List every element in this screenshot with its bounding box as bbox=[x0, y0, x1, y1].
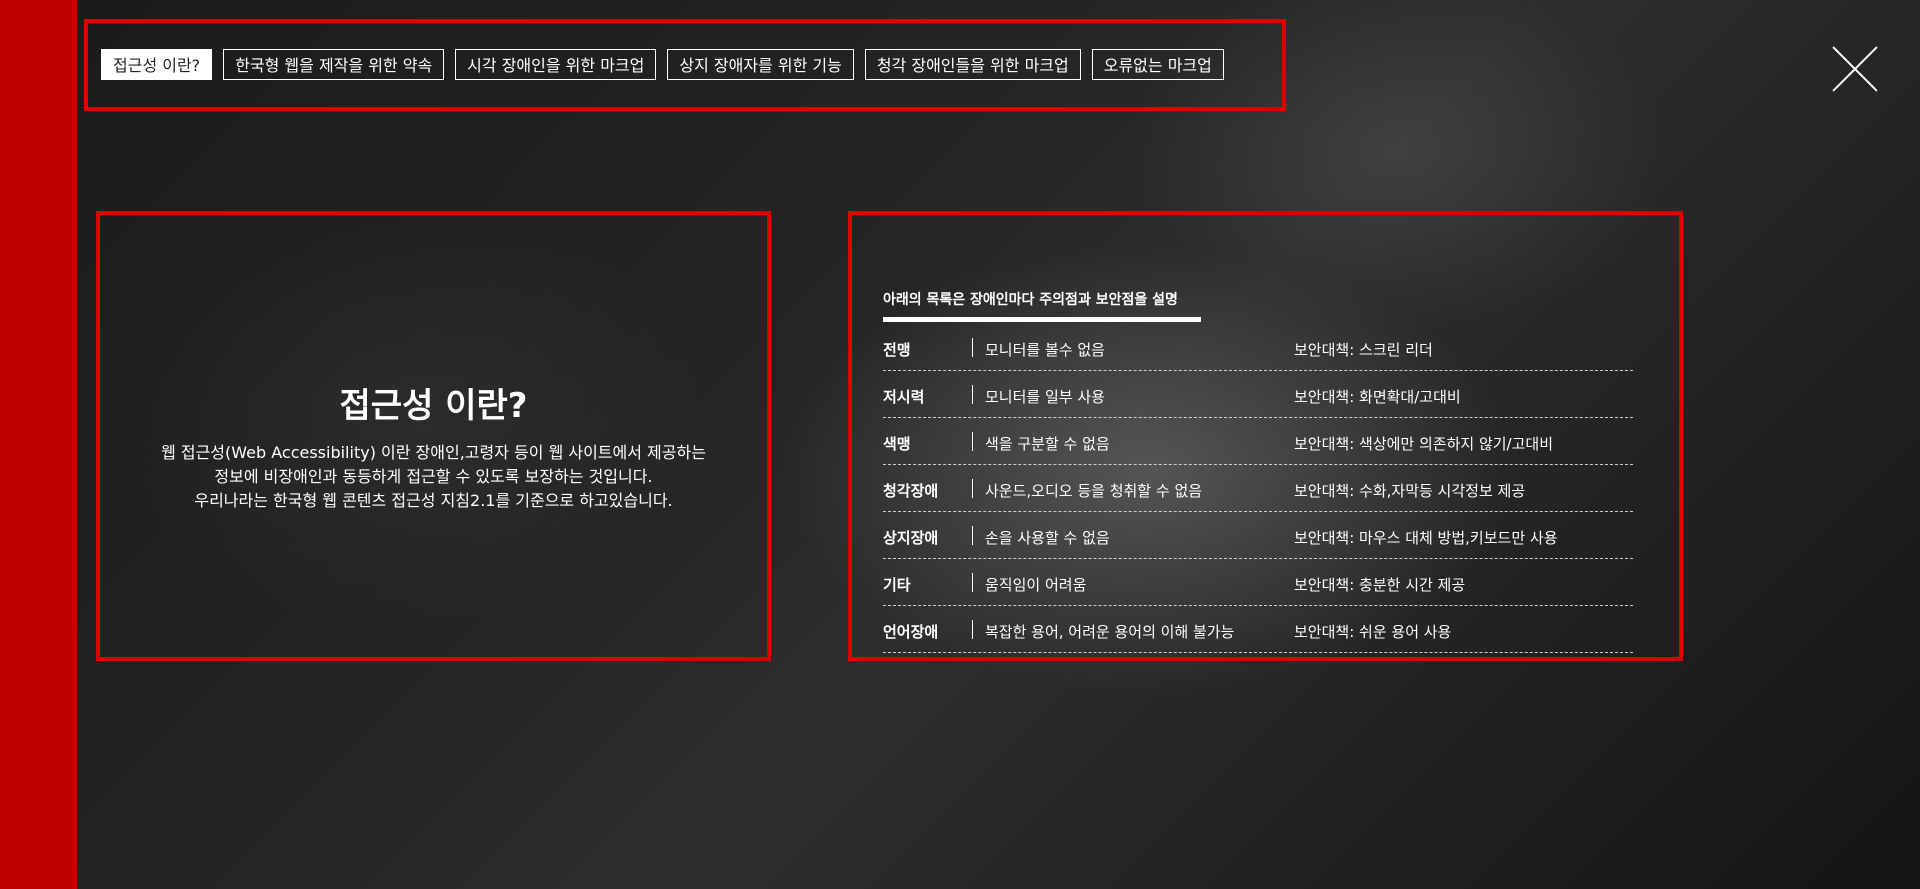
disability-problem: 색을 구분할 수 없음 bbox=[985, 435, 1110, 453]
disability-problem: 모니터를 볼수 없음 bbox=[985, 341, 1105, 359]
list-heading: 아래의 목록은 장애인마다 주의점과 보안점을 설명 bbox=[883, 289, 1201, 322]
disability-list: 전맹 모니터를 볼수 없음 보안대책: 스크린 리더 저시력 모니터를 일부 사… bbox=[883, 324, 1633, 653]
divider bbox=[972, 338, 973, 357]
divider bbox=[972, 385, 973, 404]
intro-desc-line: 정보에 비장애인과 동등하게 접근할 수 있도록 보장하는 것입니다. bbox=[214, 467, 653, 486]
disability-problem: 복잡한 용어, 어려운 용어의 이해 불가능 bbox=[985, 623, 1235, 641]
disability-problem: 움직임이 어려움 bbox=[985, 576, 1087, 594]
intro-desc-line: 웹 접근성(Web Accessibility) 이란 장애인,고령자 등이 웹… bbox=[161, 443, 706, 462]
list-item: 기타 움직임이 어려움 보안대책: 충분한 시간 제공 bbox=[883, 559, 1633, 606]
divider bbox=[972, 432, 973, 451]
disability-solution: 보안대책: 쉬운 용어 사용 bbox=[1294, 623, 1452, 641]
disability-name: 청각장애 bbox=[883, 482, 939, 500]
tab-hearing-impaired-markup[interactable]: 청각 장애인들을 위한 마크업 bbox=[864, 49, 1081, 80]
disability-name: 기타 bbox=[883, 576, 911, 594]
list-item: 전맹 모니터를 볼수 없음 보안대책: 스크린 리더 bbox=[883, 324, 1633, 371]
disability-name: 색맹 bbox=[883, 435, 911, 453]
tab-error-free-markup[interactable]: 오류없는 마크업 bbox=[1091, 49, 1224, 80]
disability-name: 상지장애 bbox=[883, 529, 939, 547]
disability-name: 저시력 bbox=[883, 388, 925, 406]
tab-korean-web-promise[interactable]: 한국형 웹을 제작을 위한 약속 bbox=[223, 49, 445, 80]
list-item: 색맹 색을 구분할 수 없음 보안대책: 색상에만 의존하지 않기/고대비 bbox=[883, 418, 1633, 465]
list-item: 저시력 모니터를 일부 사용 보안대책: 화면확대/고대비 bbox=[883, 371, 1633, 418]
disability-name: 전맹 bbox=[883, 341, 911, 359]
disability-solution: 보안대책: 화면확대/고대비 bbox=[1294, 388, 1461, 406]
list-item: 언어장애 복잡한 용어, 어려운 용어의 이해 불가능 보안대책: 쉬운 용어 … bbox=[883, 606, 1633, 653]
close-icon[interactable] bbox=[1830, 44, 1880, 94]
disability-problem: 사운드,오디오 등을 청취할 수 없음 bbox=[985, 482, 1203, 500]
disability-problem: 모니터를 일부 사용 bbox=[985, 388, 1105, 406]
list-item: 청각장애 사운드,오디오 등을 청취할 수 없음 보안대책: 수화,자막등 시각… bbox=[883, 465, 1633, 512]
divider bbox=[972, 620, 973, 639]
tab-bar: 접근성 이란? 한국형 웹을 제작을 위한 약속 시각 장애인을 위한 마크업 … bbox=[101, 49, 1224, 80]
disability-solution: 보안대책: 색상에만 의존하지 않기/고대비 bbox=[1294, 435, 1554, 453]
intro-title: 접근성 이란? bbox=[339, 386, 528, 426]
intro-description: 웹 접근성(Web Accessibility) 이란 장애인,고령자 등이 웹… bbox=[96, 441, 771, 513]
intro-highlight-frame bbox=[96, 211, 771, 661]
disability-solution: 보안대책: 마우스 대체 방법,키보드만 사용 bbox=[1294, 529, 1558, 547]
tab-upper-limb-features[interactable]: 상지 장애자를 위한 기능 bbox=[667, 49, 854, 80]
list-item: 상지장애 손을 사용할 수 없음 보안대책: 마우스 대체 방법,키보드만 사용 bbox=[883, 512, 1633, 559]
disability-name: 언어장애 bbox=[883, 623, 939, 641]
disability-problem: 손을 사용할 수 없음 bbox=[985, 529, 1110, 547]
intro-desc-line: 우리나라는 한국형 웹 콘텐츠 접근성 지침2.1를 기준으로 하고있습니다. bbox=[194, 491, 673, 510]
disability-solution: 보안대책: 스크린 리더 bbox=[1294, 341, 1433, 359]
tab-accessibility[interactable]: 접근성 이란? bbox=[101, 49, 213, 80]
disability-solution: 보안대책: 수화,자막등 시각정보 제공 bbox=[1294, 482, 1526, 500]
divider bbox=[972, 573, 973, 592]
disability-solution: 보안대책: 충분한 시간 제공 bbox=[1294, 576, 1466, 594]
divider bbox=[972, 526, 973, 545]
tab-visual-impaired-markup[interactable]: 시각 장애인을 위한 마크업 bbox=[455, 49, 657, 80]
divider bbox=[972, 479, 973, 498]
left-red-bar bbox=[0, 0, 77, 889]
